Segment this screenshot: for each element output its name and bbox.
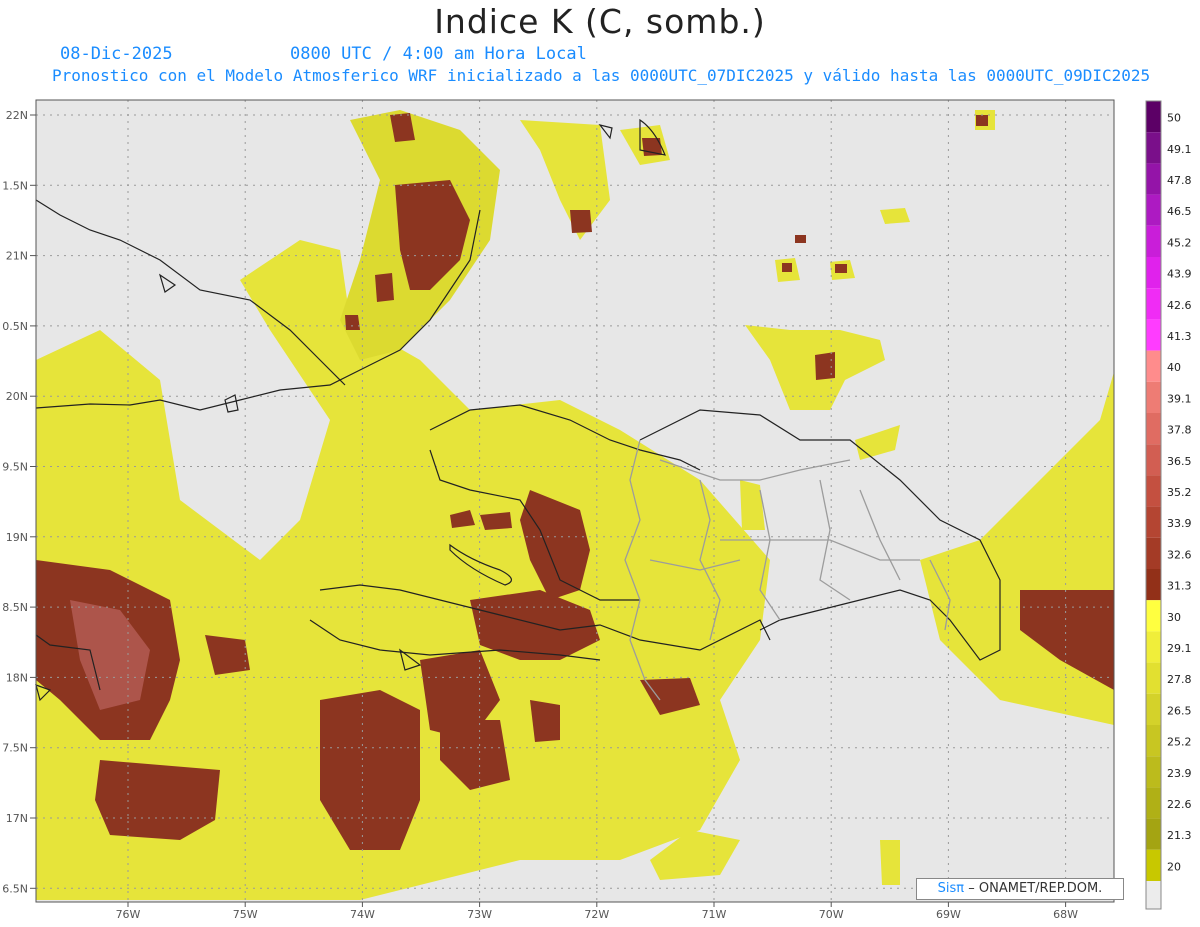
lon-label: 68W bbox=[1053, 908, 1078, 921]
lon-label: 71W bbox=[702, 908, 727, 921]
lon-label: 73W bbox=[467, 908, 492, 921]
colorbar-swatch bbox=[1146, 818, 1161, 850]
colorbar-swatch bbox=[1146, 662, 1161, 694]
colorbar-swatch bbox=[1146, 787, 1161, 819]
colorbar-label: 50 bbox=[1167, 112, 1181, 125]
lat-label: 7.5N bbox=[2, 742, 28, 755]
credit-text: – ONAMET/REP.DOM. bbox=[968, 881, 1103, 896]
longitude-labels: 76W 75W 74W 73W 72W 71W 70W 69W 68W bbox=[116, 902, 1078, 921]
colorbar-swatch bbox=[1146, 475, 1161, 507]
lat-label: 1.5N bbox=[2, 179, 28, 192]
lon-label: 74W bbox=[350, 908, 375, 921]
colorbar-label: 29.1 bbox=[1167, 642, 1192, 655]
lon-label: 76W bbox=[116, 908, 141, 921]
lat-label: 8.5N bbox=[2, 601, 28, 614]
lat-label: 19N bbox=[6, 531, 28, 544]
colorbar-swatch bbox=[1146, 194, 1161, 226]
colorbar-label: 21.3 bbox=[1167, 829, 1192, 842]
credit-brand: Sisπ bbox=[937, 881, 965, 896]
colorbar-label: 41.3 bbox=[1167, 330, 1192, 343]
colorbar-swatch bbox=[1146, 350, 1161, 382]
colorbar-swatch bbox=[1146, 849, 1161, 881]
colorbar-swatch bbox=[1146, 444, 1161, 476]
colorbar-swatch bbox=[1146, 132, 1161, 164]
colorbar-swatch bbox=[1146, 756, 1161, 788]
colorbar-label: 32.6 bbox=[1167, 548, 1192, 561]
colorbar-label: 22.6 bbox=[1167, 798, 1192, 811]
colorbar-label: 47.8 bbox=[1167, 174, 1192, 187]
colorbar-label: 30 bbox=[1167, 611, 1181, 624]
colorbar-swatch bbox=[1146, 257, 1161, 289]
lat-label: 18N bbox=[6, 671, 28, 684]
latitude-labels: 22N 1.5N 21N 0.5N 20N 9.5N 19N 8.5N 18N 7.5N 17N 6.… bbox=[2, 109, 36, 895]
colorbar-label: 31.3 bbox=[1167, 580, 1192, 593]
colorbar-swatch bbox=[1146, 101, 1161, 133]
colorbar-label: 33.9 bbox=[1167, 517, 1192, 530]
colorbar-label: 36.5 bbox=[1167, 455, 1192, 468]
colorbar-label: 23.9 bbox=[1167, 767, 1192, 780]
colorbar-label: 42.6 bbox=[1167, 299, 1192, 312]
lat-label: 20N bbox=[6, 390, 28, 403]
colorbar-swatch bbox=[1146, 506, 1161, 538]
colorbar-swatch bbox=[1146, 693, 1161, 725]
credit-box: Sisπ – ONAMET/REP.DOM. bbox=[916, 878, 1124, 900]
colorbar-label: 25.2 bbox=[1167, 736, 1192, 749]
colorbar-swatch bbox=[1146, 631, 1161, 663]
colorbar-below-swatch bbox=[1146, 881, 1161, 909]
colorbar-label: 35.2 bbox=[1167, 486, 1192, 499]
colorbar-label: 39.1 bbox=[1167, 392, 1192, 405]
colorbar-label: 26.5 bbox=[1167, 704, 1192, 717]
colorbar-swatch bbox=[1146, 537, 1161, 569]
colorbar-label: 40 bbox=[1167, 361, 1181, 374]
colorbar-label: 20 bbox=[1167, 860, 1181, 873]
lon-label: 69W bbox=[936, 908, 961, 921]
colorbar-label: 46.5 bbox=[1167, 205, 1192, 218]
lat-label: 17N bbox=[6, 812, 28, 825]
lon-label: 70W bbox=[819, 908, 844, 921]
lon-label: 72W bbox=[584, 908, 609, 921]
colorbar-label: 43.9 bbox=[1167, 268, 1192, 281]
colorbar-label: 45.2 bbox=[1167, 236, 1192, 249]
lon-label: 75W bbox=[233, 908, 258, 921]
colorbar-label: 49.1 bbox=[1167, 143, 1192, 156]
colorbar-swatch bbox=[1146, 225, 1161, 257]
colorbar-swatch bbox=[1146, 413, 1161, 445]
colorbar-label: 37.8 bbox=[1167, 424, 1192, 437]
colorbar-swatch bbox=[1146, 163, 1161, 195]
colorbar-swatch bbox=[1146, 288, 1161, 320]
lat-label: 9.5N bbox=[2, 461, 28, 474]
colorbar-swatch bbox=[1146, 600, 1161, 632]
lat-label: 0.5N bbox=[2, 320, 28, 333]
colorbar: 50 49.1 47.8 46.5 45.2 43.9 42.6 41.3 40 39.1 37.8… bbox=[1145, 100, 1192, 910]
weather-map: 22N 1.5N 21N 0.5N 20N 9.5N 19N 8.5N 18N 7.5N 17N 6.… bbox=[2, 99, 1192, 921]
lat-label: 21N bbox=[6, 250, 28, 263]
colorbar-label: 27.8 bbox=[1167, 673, 1192, 686]
colorbar-swatch bbox=[1146, 725, 1161, 757]
colorbar-swatch bbox=[1146, 381, 1161, 413]
lat-label: 6.5N bbox=[2, 882, 28, 895]
colorbar-swatch bbox=[1146, 319, 1161, 351]
lat-label: 22N bbox=[6, 109, 28, 122]
colorbar-swatch bbox=[1146, 569, 1161, 601]
